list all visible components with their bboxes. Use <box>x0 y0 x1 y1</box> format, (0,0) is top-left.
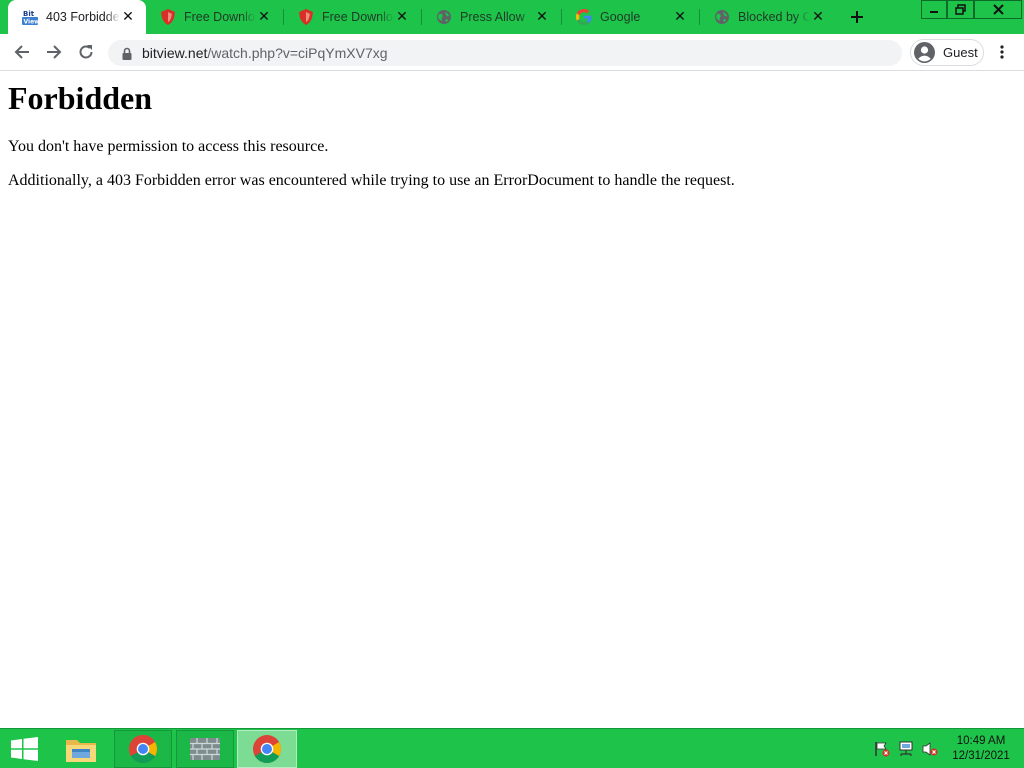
bitview-icon: Bit View <box>22 9 38 25</box>
close-window-button[interactable] <box>974 0 1022 19</box>
volume-muted-icon <box>922 742 938 756</box>
arrow-left-icon <box>14 45 29 59</box>
tab-title: 403 Forbidden <box>46 10 120 24</box>
svg-text:Bit: Bit <box>23 10 35 18</box>
tab-title: Google <box>600 10 641 24</box>
tab-title: Press Allow <box>460 10 525 24</box>
restore-icon <box>955 4 966 15</box>
profile-button[interactable]: Guest <box>910 39 984 66</box>
error-message: You don't have permission to access this… <box>8 138 329 155</box>
minimize-icon <box>930 10 938 13</box>
chrome-taskbar-button-active[interactable] <box>237 730 297 768</box>
firewall-taskbar-button[interactable] <box>176 730 234 768</box>
tab-title: Free Download <box>184 10 256 24</box>
tab-403-forbidden[interactable]: Bit View 403 Forbidden ✕ <box>8 0 146 34</box>
clock-date: 12/31/2021 <box>952 750 1010 762</box>
error-detail: Additionally, a 403 Forbidden error was … <box>8 172 735 189</box>
restore-button[interactable] <box>947 0 974 19</box>
tab-close-icon[interactable]: ✕ <box>256 9 272 25</box>
back-button[interactable] <box>8 38 36 66</box>
tab-close-icon[interactable]: ✕ <box>672 9 688 25</box>
tab-free-download-2[interactable]: Free Download ✕ <box>284 0 420 34</box>
windows-start-icon <box>10 737 38 761</box>
chrome-taskbar-button[interactable] <box>114 730 172 768</box>
clock-time: 10:49 AM <box>956 735 1006 747</box>
close-icon <box>992 4 1004 15</box>
new-tab-button[interactable] <box>844 4 870 30</box>
page-heading: Forbidden <box>8 80 153 116</box>
tab-free-download-1[interactable]: Free Download ✕ <box>146 0 282 34</box>
network-tray-button[interactable] <box>896 729 916 768</box>
flag-alert-icon <box>875 742 890 757</box>
lock-icon[interactable] <box>120 46 134 60</box>
tab-google[interactable]: Google ✕ <box>562 0 698 34</box>
browser-menu-button[interactable] <box>994 40 1010 64</box>
system-clock[interactable]: 10:49 AM 12/31/2021 <box>946 734 1016 764</box>
firewall-icon <box>190 738 220 760</box>
globe-icon <box>714 9 730 25</box>
tab-close-icon[interactable]: ✕ <box>394 9 410 25</box>
tab-close-icon[interactable]: ✕ <box>810 9 826 25</box>
page-content: Forbidden You don't have permission to a… <box>8 71 1008 190</box>
action-center-tray-button[interactable] <box>872 729 892 768</box>
start-button[interactable] <box>4 729 44 768</box>
tab-close-icon[interactable]: ✕ <box>120 9 136 25</box>
file-explorer-button[interactable] <box>54 729 108 768</box>
svg-text:View: View <box>24 19 39 26</box>
tab-title: Blocked by Chrome <box>738 10 810 24</box>
chrome-icon <box>253 735 281 763</box>
globe-icon <box>436 9 452 25</box>
url-host: bitview.net <box>142 45 208 61</box>
tab-strip: Bit View 403 Forbidden ✕ Free Download ✕… <box>0 0 1024 34</box>
tab-title: Free Download <box>322 10 394 24</box>
avatar-icon <box>914 42 935 63</box>
network-icon <box>899 741 913 756</box>
arrow-right-icon <box>47 45 62 59</box>
chrome-icon <box>129 735 157 763</box>
file-explorer-icon <box>66 740 96 762</box>
taskbar: 10:49 AM 12/31/2021 <box>0 728 1024 768</box>
minimize-button[interactable] <box>921 0 947 19</box>
reload-button[interactable] <box>72 38 100 66</box>
shield-icon <box>298 9 314 25</box>
url-path: /watch.php?v=ciPqYmXV7xg <box>207 45 388 61</box>
plus-icon <box>851 11 863 23</box>
profile-label: Guest <box>943 45 978 60</box>
google-icon <box>576 9 592 25</box>
tab-press-allow[interactable]: Press Allow ✕ <box>422 0 560 34</box>
reload-icon <box>79 45 93 59</box>
volume-tray-button[interactable] <box>920 729 940 768</box>
shield-icon <box>160 9 176 25</box>
address-bar[interactable]: bitview.net/watch.php?v=ciPqYmXV7xg <box>108 40 902 66</box>
tab-blocked-by-chrome[interactable]: Blocked by Chrome ✕ <box>700 0 836 34</box>
url-text: bitview.net/watch.php?v=ciPqYmXV7xg <box>142 45 388 61</box>
forward-button[interactable] <box>40 38 68 66</box>
tab-close-icon[interactable]: ✕ <box>534 9 550 25</box>
more-vert-icon <box>1000 45 1004 59</box>
